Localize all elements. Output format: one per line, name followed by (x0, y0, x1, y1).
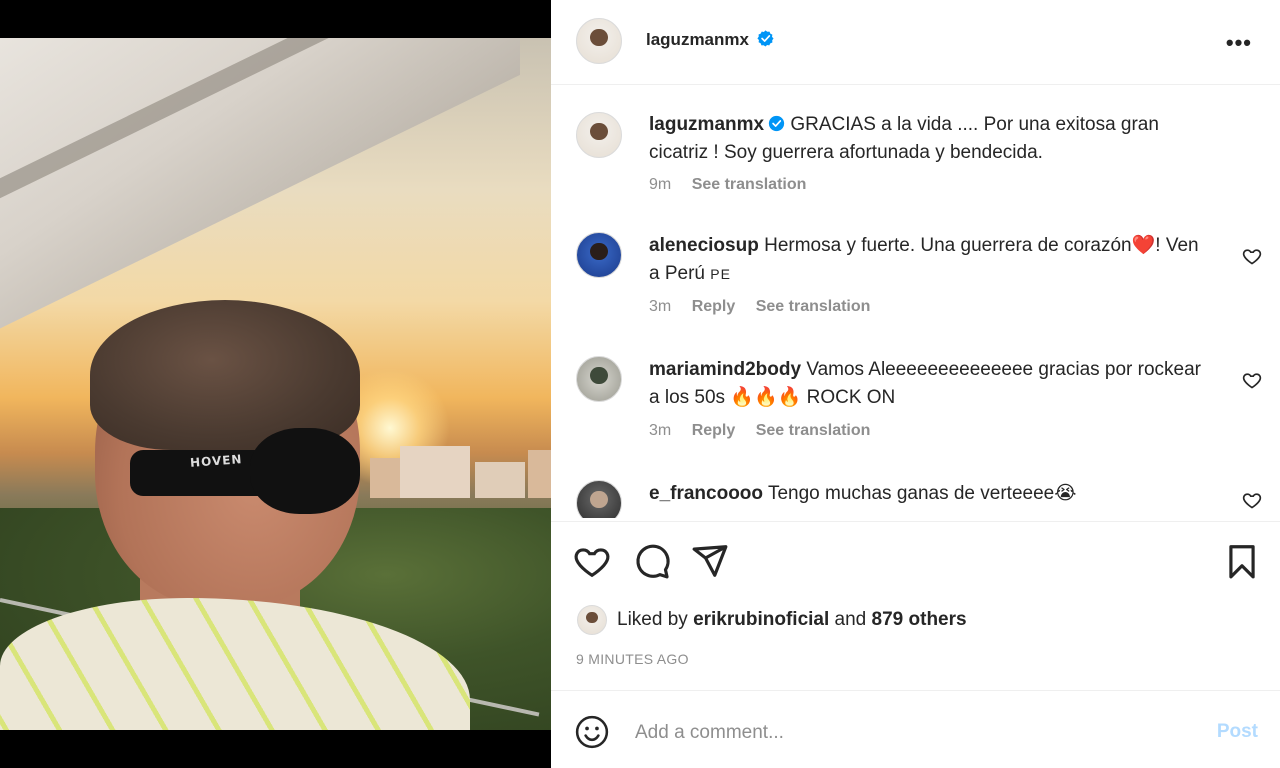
comment-text-after: ROCK ON (806, 387, 896, 408)
bookmark-icon[interactable] (1223, 542, 1261, 580)
peru-flag-emoji: PE (710, 266, 731, 282)
commenter-avatar[interactable] (576, 356, 622, 402)
liked-by-summary[interactable]: Liked by erikrubinoficial and 879 others (617, 609, 967, 631)
comment-icon[interactable] (633, 542, 671, 580)
caption-avatar[interactable] (576, 112, 622, 158)
awning (0, 38, 520, 348)
see-translation-button[interactable]: See translation (756, 422, 871, 439)
more-options-icon[interactable]: ••• (1226, 30, 1252, 56)
reply-button[interactable]: Reply (692, 298, 736, 315)
post-media[interactable]: HOVEN (0, 0, 551, 768)
liked-by-others[interactable]: 879 others (872, 609, 967, 630)
like-comment-heart-icon[interactable] (1242, 490, 1262, 510)
commenter-avatar[interactable] (576, 232, 622, 278)
author-username[interactable]: laguzmanmx (646, 30, 749, 49)
divider (551, 521, 1280, 522)
add-comment-input[interactable] (635, 713, 1175, 753)
comment-time: 3m (649, 422, 672, 439)
verified-badge-icon (757, 30, 774, 47)
post-comment-button[interactable]: Post (1217, 721, 1258, 743)
post-photo[interactable]: HOVEN (0, 38, 551, 730)
liked-by-and: and (834, 609, 867, 630)
author-avatar[interactable] (576, 18, 622, 64)
caption-username[interactable]: laguzmanmx (649, 114, 764, 135)
like-comment-heart-icon[interactable] (1242, 246, 1262, 266)
comment-text: Tengo muchas ganas de verteeee (767, 483, 1055, 504)
comment-time: 3m (649, 298, 672, 315)
reply-button[interactable]: Reply (692, 422, 736, 439)
background-buildings (360, 438, 551, 498)
see-translation-button[interactable]: See translation (756, 298, 871, 315)
sunglasses: HOVEN (130, 420, 360, 514)
heart-emoji: ❤️ (1131, 235, 1156, 256)
commenter-avatar[interactable] (576, 480, 622, 518)
add-comment-bar: Post (551, 691, 1280, 768)
like-comment-heart-icon[interactable] (1242, 370, 1262, 390)
comment-text: Hermosa y fuerte. Una guerrera de corazó… (764, 235, 1132, 256)
share-icon[interactable] (691, 542, 729, 580)
heart-icon[interactable] (573, 542, 611, 580)
liked-by-prefix: Liked by (617, 609, 688, 630)
post-timestamp[interactable]: 9 MINUTES AGO (576, 651, 689, 667)
post-actions-bar (551, 540, 1280, 584)
emoji-icon[interactable] (575, 715, 609, 749)
liker-avatar[interactable] (577, 605, 607, 635)
caption-see-translation[interactable]: See translation (692, 176, 807, 193)
verified-badge-icon (768, 115, 785, 132)
crying-emoji: 😭 (1054, 483, 1077, 504)
comment-username[interactable]: mariamind2body (649, 359, 801, 380)
comments-list[interactable]: laguzmanmx GRACIAS a la vida .... Por un… (551, 86, 1280, 518)
liked-by-user[interactable]: erikrubinoficial (693, 609, 829, 630)
comment-username[interactable]: e_francoooo (649, 483, 763, 504)
caption-time: 9m (649, 176, 672, 193)
post-details-panel: laguzmanmx ••• laguzmanmx GRACIAS a la v… (551, 0, 1280, 768)
comment-username[interactable]: aleneciosup (649, 235, 759, 256)
fire-emoji: 🔥🔥🔥 (730, 387, 802, 408)
post-header: laguzmanmx ••• (551, 0, 1280, 85)
